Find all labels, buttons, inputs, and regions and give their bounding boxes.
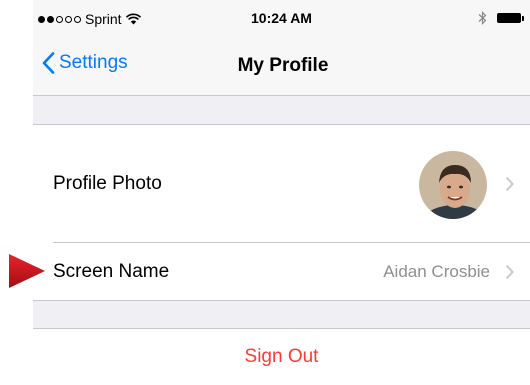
avatar-image [419,151,487,219]
red-pointer-arrow-icon [9,254,45,288]
chevron-right-icon [505,176,514,192]
profile-photo-label: Profile Photo [53,173,162,194]
chevron-left-icon [42,52,55,74]
avatar [419,151,487,219]
back-button-label: Settings [59,52,128,73]
page-title: My Profile [237,55,329,76]
screen-name-row[interactable]: Screen Name Aidan Crosbie [33,243,530,301]
status-right [478,11,524,25]
screen-name-label: Screen Name [53,261,170,282]
back-button[interactable]: Settings [42,52,128,74]
navigation-bar: Settings My Profile [33,34,530,96]
status-bar: Sprint 10:24 AM [33,0,530,34]
bluetooth-icon [478,11,487,25]
battery-icon [497,13,524,23]
profile-section: Profile Photo Screen Name Aidan Crosbie [33,124,530,301]
chevron-right-icon [505,264,514,280]
sign-out-section: Sign Out [33,328,530,385]
status-time: 10:24 AM [251,10,312,26]
ios-screen: Sprint 10:24 AM Settings My Profile Prof… [33,0,530,385]
screen-name-value: Aidan Crosbie [383,262,490,281]
profile-photo-row[interactable]: Profile Photo [33,125,530,242]
sign-out-button[interactable]: Sign Out [33,346,530,368]
